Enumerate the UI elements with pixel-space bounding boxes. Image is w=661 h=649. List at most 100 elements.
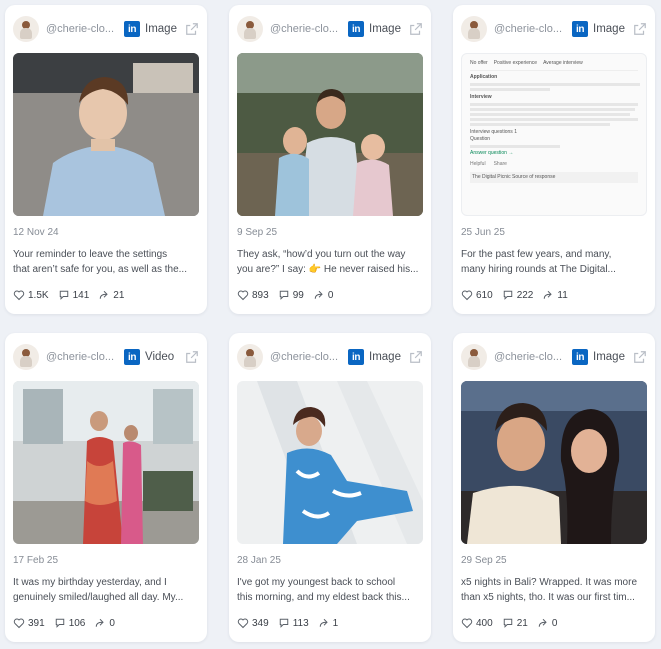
author-handle[interactable]: @cherie-clo...	[46, 23, 120, 35]
heart-icon	[461, 618, 473, 629]
share-icon	[314, 290, 323, 299]
shares-count: 0	[109, 617, 115, 629]
post-stats: 349 113 1	[237, 617, 347, 629]
post-text[interactable]: They ask, “how’d you turn out the way you…	[237, 248, 423, 277]
post-type-label: Image	[593, 23, 625, 35]
comment-icon	[279, 618, 288, 628]
answer-question-link[interactable]: Answer question →	[470, 150, 638, 157]
linkedin-icon: in	[572, 349, 588, 365]
doc-heading-application: Application	[470, 74, 498, 80]
post-text[interactable]: Your reminder to leave the settings that …	[13, 248, 199, 277]
heart-icon	[237, 618, 249, 629]
post-stats: 610 222 11	[461, 289, 577, 301]
post-date: 29 Sep 25	[461, 555, 507, 566]
helpful-button[interactable]: Helpful	[470, 161, 486, 168]
shares-count: 11	[557, 289, 568, 301]
author-handle[interactable]: @cherie-clo...	[270, 23, 344, 35]
doc-questions-label: Interview questions 1	[470, 129, 517, 135]
heart-icon	[13, 618, 25, 629]
post-card[interactable]: @cherie-clo... in Image 28 Jan 25 I've g…	[229, 333, 431, 642]
external-link-icon[interactable]	[633, 22, 647, 36]
heart-icon	[237, 290, 249, 301]
share-icon	[96, 618, 105, 627]
likes-count: 893	[252, 289, 269, 301]
post-type-label: Video	[145, 351, 175, 363]
share-icon	[319, 618, 328, 627]
external-link-icon[interactable]	[409, 350, 423, 364]
post-stats: 1.5K 141 21	[13, 289, 133, 301]
likes-count: 349	[252, 617, 269, 629]
comment-icon	[503, 290, 512, 300]
post-type-label: Image	[369, 351, 401, 363]
post-image[interactable]	[461, 381, 647, 544]
comment-icon	[279, 290, 288, 300]
status-no-offer: No offer	[470, 60, 488, 66]
avatar[interactable]	[237, 16, 263, 42]
avatar[interactable]	[13, 344, 39, 370]
shares-count: 21	[113, 289, 125, 301]
avatar[interactable]	[461, 16, 487, 42]
post-date: 25 Jun 25	[461, 227, 505, 238]
share-icon	[100, 290, 108, 299]
post-card[interactable]: @cherie-clo... in Image 9 Sep 25 They as…	[229, 5, 431, 314]
post-text[interactable]: For the past few years, and many, many hi…	[461, 248, 647, 277]
post-type-label: Image	[145, 23, 177, 35]
external-link-icon[interactable]	[633, 350, 647, 364]
external-link-icon[interactable]	[185, 22, 199, 36]
post-card[interactable]: @cherie-clo... in Image 12 Nov 24 Your r…	[5, 5, 207, 314]
post-image[interactable]	[13, 53, 199, 216]
card-header: @cherie-clo... in Image	[461, 16, 647, 42]
author-handle[interactable]: @cherie-clo...	[270, 351, 344, 363]
status-positive: Positive experience	[493, 60, 538, 66]
comments-count: 99	[292, 289, 304, 301]
share-icon	[544, 290, 553, 299]
shares-count: 0	[551, 617, 558, 629]
card-header: @cherie-clo... in Video	[13, 344, 199, 370]
post-image[interactable]	[237, 53, 423, 216]
post-image[interactable]: No offer Positive experience Average int…	[461, 53, 647, 216]
external-link-icon[interactable]	[185, 350, 199, 364]
post-card[interactable]: @cherie-clo... in Image No offer Positiv…	[453, 5, 655, 314]
post-card[interactable]: @cherie-clo... in Image 29 Sep 25 x5 nig…	[453, 333, 655, 642]
comments-count: 222	[516, 289, 534, 301]
shares-count: 0	[327, 289, 334, 301]
comment-icon	[55, 618, 64, 628]
doc-share-button[interactable]: Share	[494, 161, 507, 168]
post-text[interactable]: It was my birthday yesterday, and Igenui…	[13, 576, 199, 605]
card-header: @cherie-clo... in Image	[237, 16, 423, 42]
post-image[interactable]	[237, 381, 423, 544]
comment-icon	[503, 618, 512, 628]
likes-count: 610	[476, 289, 493, 301]
likes-count: 400	[476, 617, 493, 629]
linkedin-icon: in	[572, 21, 588, 37]
linkedin-icon: in	[124, 349, 140, 365]
author-handle[interactable]: @cherie-clo...	[494, 351, 568, 363]
post-type-label: Image	[593, 351, 625, 363]
heart-icon	[13, 290, 25, 301]
author-handle[interactable]: @cherie-clo...	[494, 23, 568, 35]
card-header: @cherie-clo... in Image	[237, 344, 423, 370]
doc-heading-interview: Interview	[470, 94, 492, 100]
doc-question: Question	[470, 136, 491, 142]
avatar[interactable]	[237, 344, 263, 370]
comment-icon	[59, 290, 68, 300]
post-video[interactable]	[13, 381, 199, 544]
post-text[interactable]: x5 nights in Bali? Wrapped. It was more t…	[461, 576, 647, 605]
post-text[interactable]: I've got my youngest back to school this …	[237, 576, 423, 605]
avatar[interactable]	[13, 16, 39, 42]
shares-count: 1	[332, 617, 339, 629]
share-icon	[538, 618, 547, 627]
external-link-icon[interactable]	[409, 22, 423, 36]
comments-count: 21	[516, 617, 528, 629]
author-handle[interactable]: @cherie-clo...	[46, 351, 120, 363]
avatar[interactable]	[461, 344, 487, 370]
comments-count: 113	[292, 617, 309, 629]
likes-count: 391	[28, 617, 45, 629]
post-date: 12 Nov 24	[13, 227, 59, 238]
post-date: 17 Feb 25	[13, 555, 59, 566]
post-stats: 400 21 0	[461, 617, 566, 629]
status-average: Average interview	[543, 60, 583, 66]
post-card[interactable]: @cherie-clo... in Video 17 Feb 25 It was…	[5, 333, 207, 642]
card-header: @cherie-clo... in Image	[13, 16, 199, 42]
comments-count: 141	[72, 289, 90, 301]
